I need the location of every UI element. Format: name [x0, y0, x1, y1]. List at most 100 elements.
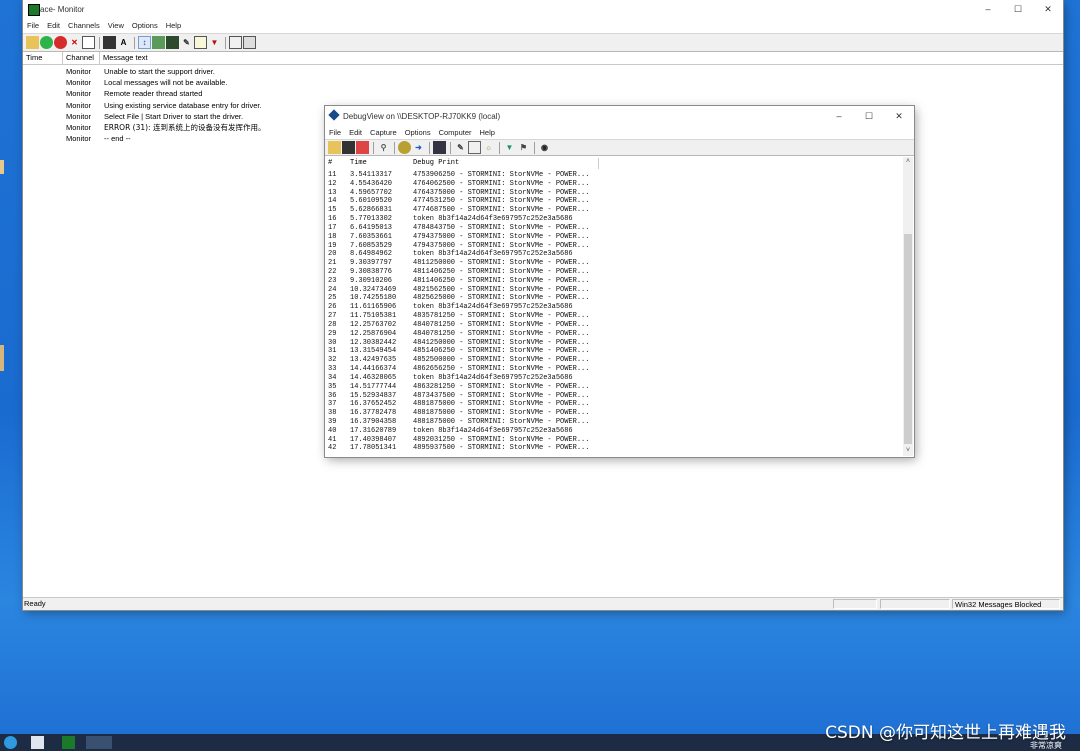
desktop-icon[interactable] — [0, 345, 4, 371]
debugview-log-list[interactable]: 11 3.54113317 4753906250 - STORMINI: StorN… — [328, 171, 902, 452]
monitor-taskbar-icon[interactable] — [62, 736, 75, 749]
edit-icon[interactable]: ✎ — [454, 141, 467, 154]
remote-icon[interactable] — [243, 36, 256, 49]
print-icon[interactable] — [229, 36, 242, 49]
column-time[interactable]: Time — [350, 158, 367, 169]
row-debug-print: 4753906250 - STORMINI: StorNVMe - POWER.… — [413, 171, 590, 179]
row-message: Unable to start the support driver. — [104, 67, 215, 76]
row-time: 17.78051341 — [350, 444, 397, 453]
row-time: 14.51777744 — [350, 382, 397, 391]
column-debug-print[interactable]: Debug Print — [413, 158, 459, 169]
monitor-title: ace- Monitor — [40, 5, 85, 14]
clear-icon[interactable] — [356, 141, 369, 154]
row-time: 14.46328065 — [350, 373, 397, 382]
row-channel: Monitor — [66, 100, 92, 110]
row-debug-print: 4774687500 - STORMINI: StorNVMe - POWER.… — [413, 206, 590, 215]
row-number: 32 — [328, 356, 337, 365]
column-channel[interactable]: Channel — [63, 52, 100, 64]
row-time: 9.30397797 — [350, 259, 393, 268]
scroll-down-arrow[interactable]: ˅ — [903, 446, 913, 456]
filter-icon[interactable]: ▼ — [503, 141, 516, 154]
save-icon[interactable] — [103, 36, 116, 49]
row-number: 19 — [328, 241, 337, 250]
menu-computer[interactable]: Computer — [435, 128, 476, 137]
row-debug-print: token 8b3f14a24d64f3e697957c252e3a5686 — [413, 373, 573, 382]
row-debug-print: token 8b3f14a24d64f3e697957c252e3a5686 — [413, 250, 573, 259]
scroll-thumb[interactable] — [904, 234, 912, 444]
row-time: 15.52934837 — [350, 391, 397, 400]
explorer-icon[interactable] — [31, 736, 44, 749]
menu-file[interactable]: File — [325, 128, 345, 137]
row-message: Remote reader thread started — [104, 89, 203, 99]
row-number: 13 — [328, 188, 337, 197]
properties-icon[interactable] — [433, 141, 446, 154]
menu-channels[interactable]: Channels — [64, 21, 104, 30]
find-binoculars-icon[interactable]: ◉ — [538, 141, 551, 154]
maximize-button[interactable]: ☐ — [1003, 0, 1033, 18]
menu-edit[interactable]: Edit — [43, 21, 64, 30]
row-number: 11 — [328, 171, 337, 179]
row-debug-print: 4863281250 - STORMINI: StorNVMe - POWER.… — [413, 382, 590, 391]
column-time[interactable]: Time — [23, 52, 63, 64]
history-icon[interactable] — [468, 141, 481, 154]
capture-icon[interactable] — [82, 36, 95, 49]
debugview-scrollbar[interactable]: ˄ ˅ — [903, 157, 913, 456]
maximize-button[interactable]: ☐ — [854, 106, 884, 126]
font-icon[interactable]: A — [117, 36, 130, 49]
row-number: 25 — [328, 294, 337, 303]
highlight-icon[interactable]: ✎ — [180, 36, 193, 49]
monitor-toolbar: ✕ A ↕ ✎ ▼ — [23, 33, 1063, 52]
open-icon[interactable] — [26, 36, 39, 49]
start-icon[interactable] — [40, 36, 53, 49]
find-icon[interactable]: ⚲ — [377, 141, 390, 154]
minimize-button[interactable]: – — [973, 0, 1003, 18]
desktop-icon[interactable] — [0, 160, 4, 174]
row-time: 7.60853529 — [350, 241, 393, 250]
menu-view[interactable]: View — [104, 21, 128, 30]
filter-icon[interactable]: ▼ — [208, 36, 221, 49]
highlight-icon[interactable]: ☼ — [482, 141, 495, 154]
row-debug-print: 4821562500 - STORMINI: StorNVMe - POWER.… — [413, 285, 590, 294]
save-log-icon[interactable] — [166, 36, 179, 49]
close-button[interactable]: ✕ — [884, 106, 914, 126]
app-icon — [28, 4, 40, 16]
stop-icon[interactable] — [54, 36, 67, 49]
menu-edit[interactable]: Edit — [345, 128, 366, 137]
row-number: 29 — [328, 329, 337, 338]
column-message[interactable]: Message text — [100, 52, 1063, 64]
row-time: 7.60353661 — [350, 232, 393, 241]
minimize-button[interactable]: – — [824, 106, 854, 126]
monitor-titlebar[interactable]: ace- Monitor – ☐ ✕ — [23, 0, 1063, 18]
menu-capture[interactable]: Capture — [366, 128, 401, 137]
close-button[interactable]: ✕ — [1033, 0, 1063, 18]
flag-icon[interactable]: ⚑ — [517, 141, 530, 154]
save-icon[interactable] — [342, 141, 355, 154]
row-debug-print: 4811406250 - STORMINI: StorNVMe - POWER.… — [413, 268, 590, 277]
debugview-titlebar[interactable]: DebugView on \\DESKTOP-RJ70KK9 (local) –… — [325, 106, 914, 126]
status-text: Ready — [24, 599, 46, 608]
clear-icon[interactable]: ✕ — [68, 36, 81, 49]
row-channel: Monitor — [66, 89, 92, 99]
toolbar-separator — [99, 36, 100, 49]
menu-options[interactable]: Options — [401, 128, 435, 137]
properties-icon[interactable] — [152, 36, 165, 49]
toolbar-separator — [499, 141, 500, 154]
edge-icon[interactable] — [4, 736, 17, 749]
autoscroll-icon[interactable]: ↕ — [138, 36, 151, 49]
row-number: 21 — [328, 259, 337, 268]
menu-file[interactable]: File — [23, 21, 43, 30]
edit-filter-icon[interactable] — [194, 36, 207, 49]
row-number: 30 — [328, 338, 337, 347]
menu-help[interactable]: Help — [476, 128, 499, 137]
row-number: 40 — [328, 426, 337, 435]
column-number[interactable]: # — [328, 158, 332, 169]
row-channel: Monitor — [66, 134, 92, 144]
menu-options[interactable]: Options — [128, 21, 162, 30]
menu-help[interactable]: Help — [162, 21, 185, 30]
debugview-taskbar-icon[interactable] — [86, 736, 112, 749]
autoscroll-icon[interactable]: ➜ — [412, 141, 425, 154]
capture-icon[interactable] — [398, 141, 411, 154]
scroll-up-arrow[interactable]: ˄ — [903, 157, 913, 167]
open-icon[interactable] — [328, 141, 341, 154]
row-time: 10.74255180 — [350, 294, 397, 303]
